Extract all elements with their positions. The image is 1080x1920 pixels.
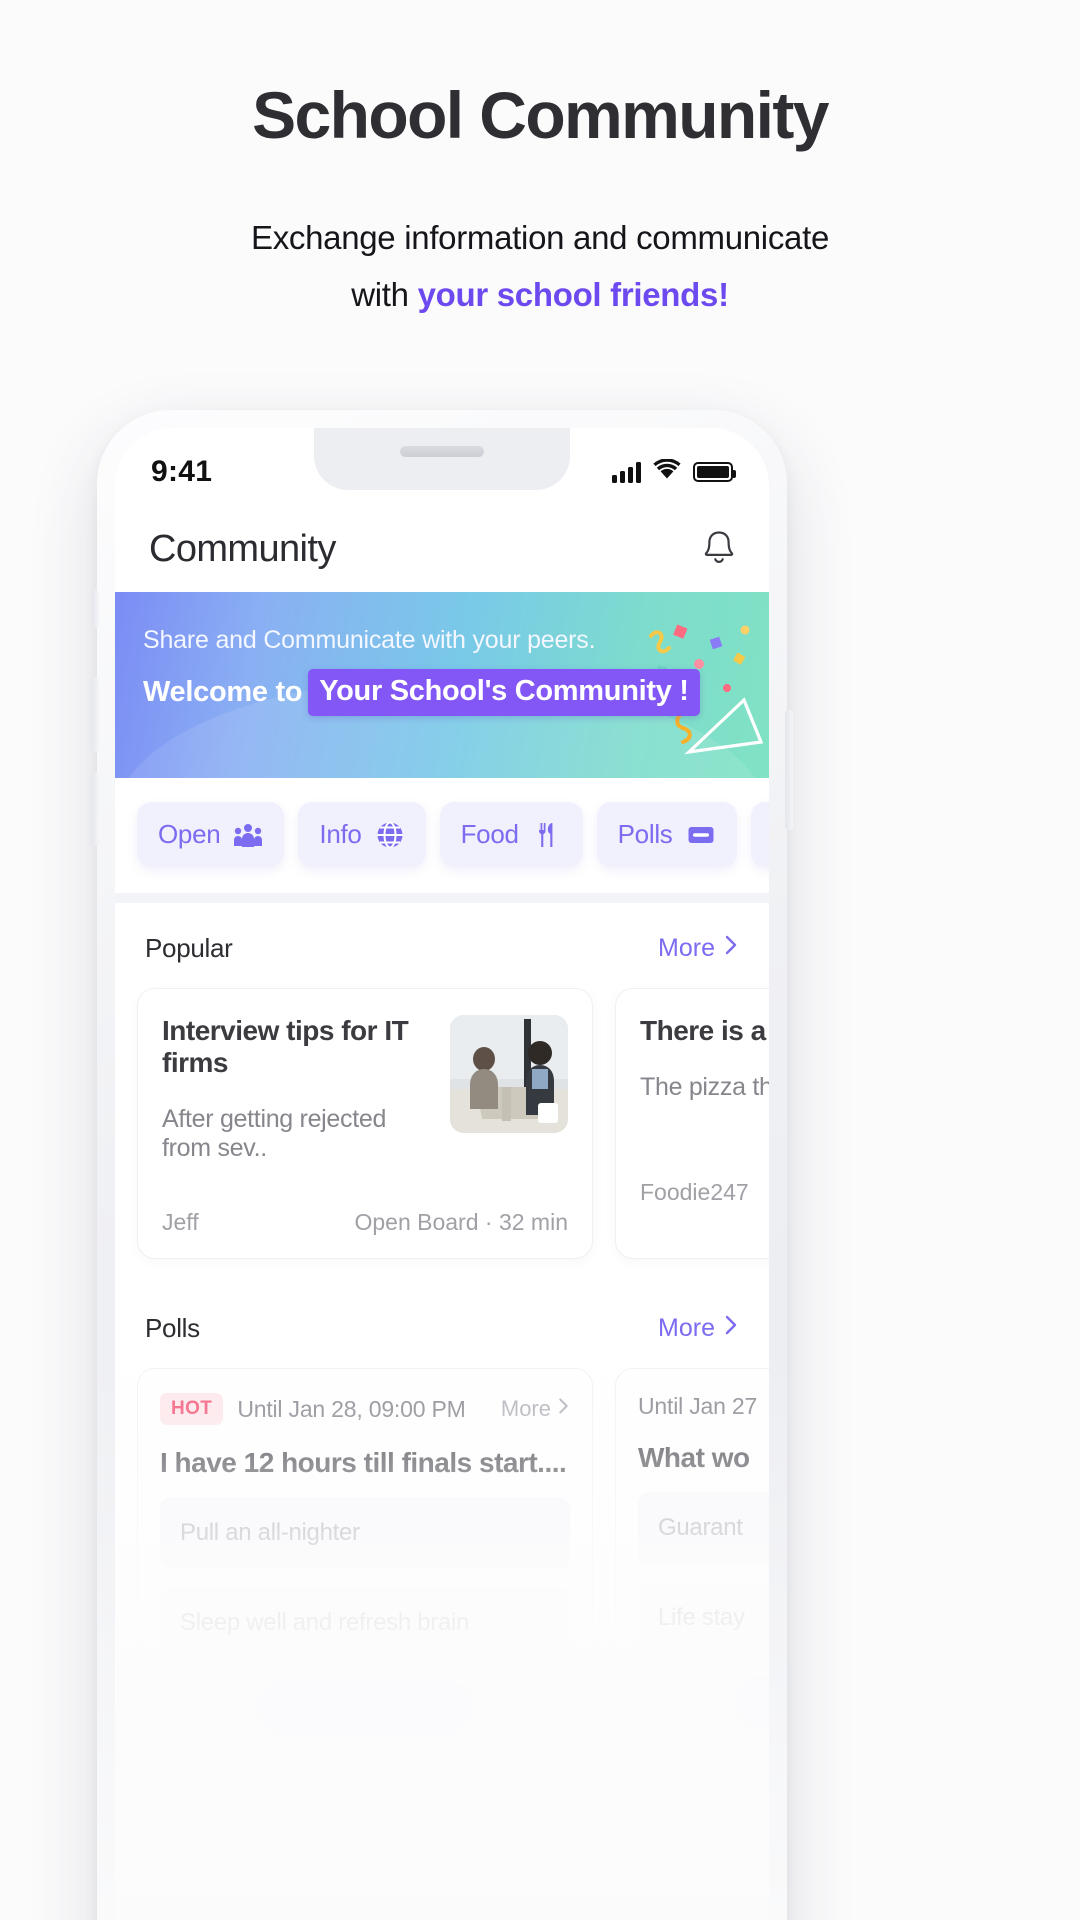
popular-card[interactable]: There is a The pizza th Foodie247 [615,988,769,1259]
more-label: More [658,1314,715,1342]
popular-card-time: 32 min [498,1209,568,1235]
banner-line1: Share and Communicate with your peers. [143,626,596,654]
poll-bar-icon [686,820,716,850]
poll-card-header: Until Jan 27 [638,1393,769,1420]
phone-mockup: 9:41 Community Share and Communicate wit… [91,410,793,1920]
poll-deadline: Until Jan 28, 09:00 PM [237,1395,466,1422]
popular-card-scroller[interactable]: Interview tips for IT firms After gettin… [115,972,769,1259]
welcome-banner[interactable]: Share and Communicate with your peers. W… [115,592,769,778]
chevron-right-icon [557,1396,570,1422]
globe-icon [375,820,405,850]
banner-highlight-chip: Your School's Community ! [308,669,700,716]
banner-text: Share and Communicate with your peers. W… [115,592,769,716]
hero-subtitle: Exchange information and communicate wit… [0,210,1080,324]
poll-option[interactable]: Sleep well and refresh brain [160,1587,570,1659]
popular-card-footer: Jeff Open Board · 32 min [162,1209,568,1236]
cellular-bars-icon [612,461,641,483]
chip-food[interactable]: Food [439,802,583,867]
popular-card-title: Interview tips for IT firms [162,1015,409,1078]
volume-up-button[interactable] [91,678,99,752]
popular-card-top: Interview tips for IT firms After gettin… [162,1015,568,1163]
app-header: Community [115,506,769,592]
hero-subtitle-line1: Exchange information and communicate [250,219,830,256]
popular-card-text: Interview tips for IT firms After gettin… [162,1015,434,1163]
poll-question: What wo [638,1442,750,1473]
popular-card-snippet: After getting rejected from sev.. [162,1105,387,1162]
poll-option[interactable]: Pull an all-nighter [160,1497,570,1569]
poll-option[interactable]: Life stay [638,1582,769,1654]
chip-promotion[interactable]: Promoti [750,802,769,867]
popular-card-footer: Foodie247 [640,1179,769,1206]
poll-card[interactable]: HOT Until Jan 28, 09:00 PM More I have 1… [137,1368,593,1760]
poll-card[interactable]: Until Jan 27 What wo Guarant Life stay [615,1368,769,1760]
interview-photo [450,1015,568,1133]
power-button[interactable] [785,710,793,830]
poll-card-header: HOT Until Jan 28, 09:00 PM More [160,1393,570,1425]
more-label: More [500,1396,551,1421]
chip-info[interactable]: Info [298,802,426,867]
status-time: 9:41 [151,455,213,488]
more-label: More [658,934,715,962]
section-divider [115,893,769,903]
app-title: Community [149,527,336,570]
popular-more-button[interactable]: More [658,933,739,964]
status-bar: 9:41 [115,428,769,506]
poll-deadline: Until Jan 27 [638,1393,758,1419]
section-title: Polls [145,1313,200,1343]
hero-section: School Community Exchange information an… [0,0,1080,324]
category-chips: Open Info Food Polls [137,802,769,867]
poll-option[interactable]: Guarant [638,1492,769,1564]
chip-label: Info [319,819,362,849]
poll-question: I have 12 hours till finals start.... [160,1447,567,1478]
meta-dot: · [484,1209,493,1235]
section-title: Popular [145,933,233,963]
popular-card-top: There is a The pizza th [640,1015,769,1133]
popular-card-board: Open Board [354,1209,479,1235]
bell-icon[interactable] [699,526,739,573]
hero-subtitle-line2: with your school friends! [0,267,1080,324]
status-badge: HOT [160,1393,224,1425]
chevron-right-icon [723,1313,739,1344]
poll-more-button[interactable]: More [501,1396,570,1422]
popular-card-title: There is a [640,1015,766,1046]
chip-label: Polls [617,819,673,849]
popular-card-author: Foodie247 [640,1179,749,1205]
people-group-icon [233,820,263,850]
banner-line2: Welcome to Your School's Community ! [143,669,769,716]
popular-card-text: There is a The pizza th [640,1015,769,1133]
polls-card-scroller[interactable]: HOT Until Jan 28, 09:00 PM More I have 1… [115,1352,769,1760]
battery-icon [693,462,736,482]
volume-down-button[interactable] [91,772,99,846]
popular-card[interactable]: Interview tips for IT firms After gettin… [137,988,593,1259]
chip-label: Food [460,819,519,849]
phone-screen: 9:41 Community Share and Communicate wit… [115,428,769,1920]
wifi-icon [653,458,681,485]
category-chips-scroller[interactable]: Open Info Food Polls [115,778,769,893]
chip-label: Open [158,819,221,849]
popular-section-header: Popular More [115,903,769,972]
hero-subtitle-plain: with [351,275,418,313]
promo-page: School Community Exchange information an… [0,0,1080,1920]
poll-vote-button[interactable] [255,1681,475,1735]
chip-polls[interactable]: Polls [596,802,737,867]
popular-card-meta: Open Board · 32 min [354,1209,568,1236]
polls-section-header: Polls More [115,1259,769,1352]
hero-subtitle-accent: your school friends! [417,275,730,313]
polls-more-button[interactable]: More [658,1313,739,1344]
poll-vote-button[interactable] [733,1676,769,1730]
chip-open[interactable]: Open [137,802,285,867]
chevron-right-icon [723,933,739,964]
page-title: School Community [252,78,829,152]
mute-switch[interactable] [92,590,99,628]
popular-card-author: Jeff [162,1209,199,1235]
banner-welcome-text: Welcome to [143,676,303,708]
popular-card-snippet: The pizza th [640,1073,769,1101]
status-indicators [612,458,736,485]
fork-knife-icon [532,820,562,850]
